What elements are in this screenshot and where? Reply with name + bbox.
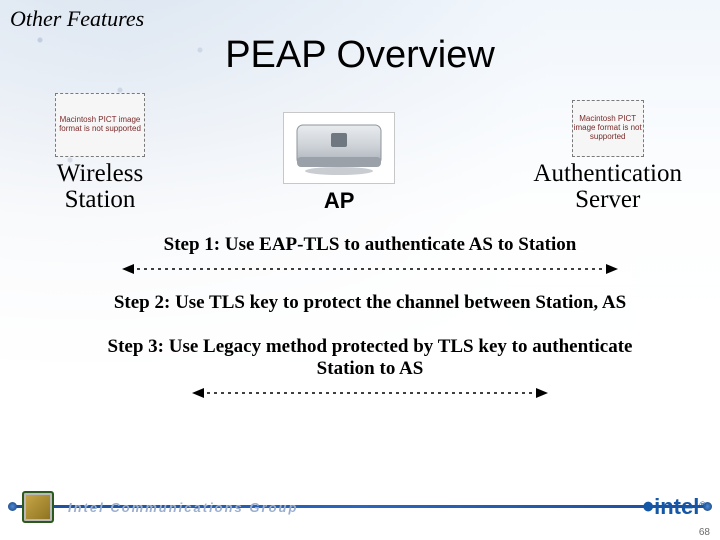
router-icon [283, 112, 395, 184]
section-label: Other Features [0, 0, 720, 32]
step-2-text: Step 2: Use TLS key to protect the chann… [80, 292, 660, 314]
steps: Step 1: Use EAP-TLS to authenticate AS t… [0, 234, 720, 400]
ap-label: AP [324, 188, 355, 214]
footer-group-text: Intel Communications Group [68, 500, 298, 515]
wireless-station-label: Wireless Station [57, 161, 143, 214]
intel-logo-reg: ® [699, 500, 706, 510]
pict-placeholder-icon: Macintosh PICT image format is not suppo… [572, 100, 644, 157]
intel-logo: •intel® [642, 494, 706, 520]
step-3-text: Step 3: Use Legacy method protected by T… [80, 336, 660, 380]
intel-logo-dot: • [642, 488, 654, 526]
step-3-arrow [80, 386, 660, 400]
auth-server-label: Authentication Server [533, 161, 682, 214]
step-1-arrow [80, 262, 660, 276]
chip-icon [22, 491, 54, 523]
pict-placeholder-text: Macintosh PICT image format is not suppo… [56, 116, 144, 134]
wireless-station-node: Macintosh PICT image format is not suppo… [55, 93, 145, 214]
ap-node: AP [283, 112, 395, 214]
intel-logo-text: intel [654, 494, 699, 519]
page-number: 68 [699, 527, 710, 538]
slide-title: PEAP Overview [0, 34, 720, 77]
footer-bar: Intel Communications Group •intel® [0, 492, 720, 522]
diagram-row: Macintosh PICT image format is not suppo… [0, 83, 720, 214]
pict-placeholder-icon: Macintosh PICT image format is not suppo… [55, 93, 145, 157]
step-1-text: Step 1: Use EAP-TLS to authenticate AS t… [80, 234, 660, 256]
pict-placeholder-text: Macintosh PICT image format is not suppo… [573, 115, 643, 141]
auth-server-node: Macintosh PICT image format is not suppo… [533, 100, 682, 214]
